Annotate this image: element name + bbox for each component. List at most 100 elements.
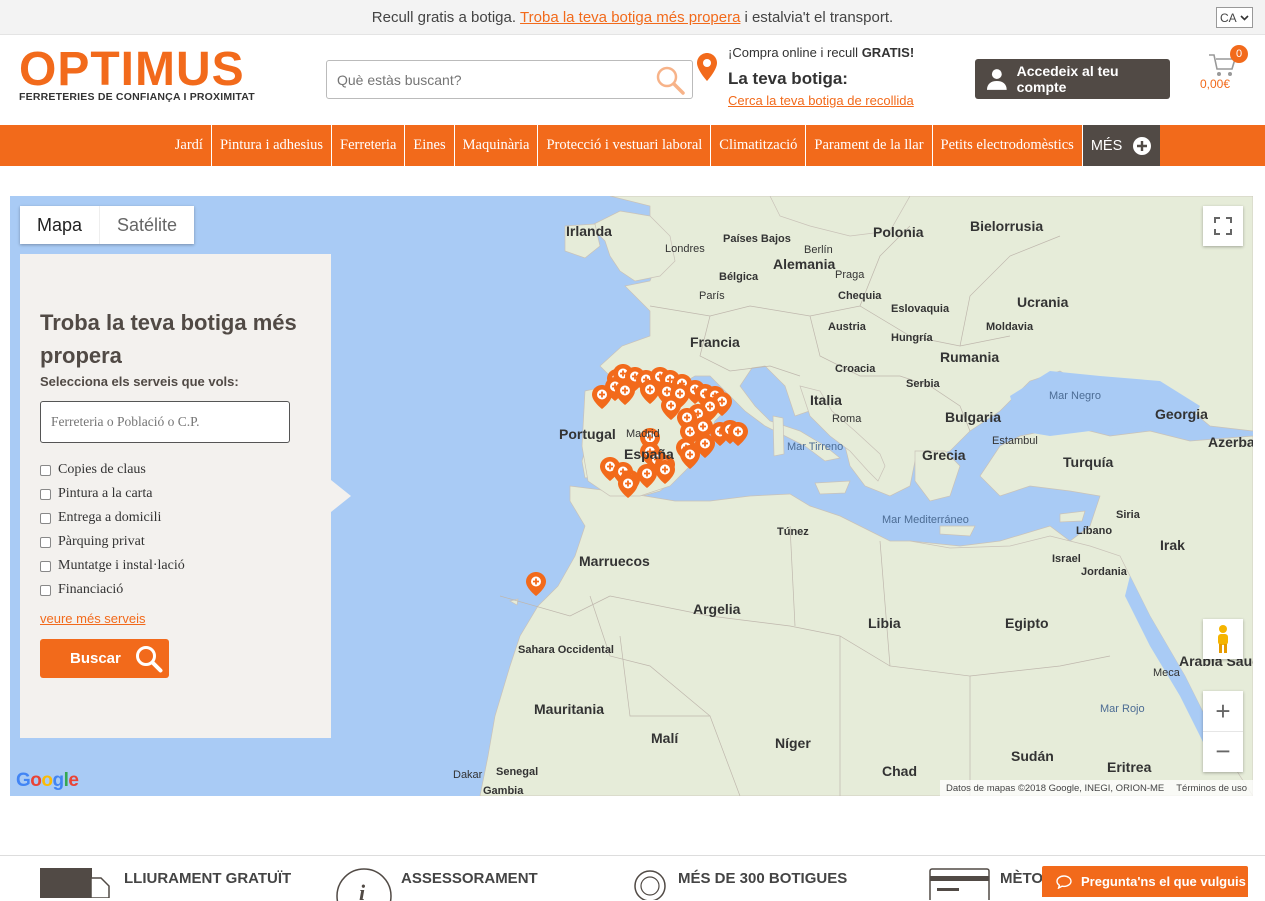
map-label: Hungría <box>891 332 933 344</box>
chat-button[interactable]: Pregunta'ns el que vulguis <box>1042 866 1248 897</box>
map-label: Londres <box>665 243 705 255</box>
checkbox[interactable] <box>40 488 51 500</box>
cart[interactable]: 0 0,00€ <box>1198 45 1253 95</box>
cart-count-badge: 0 <box>1230 45 1248 63</box>
search-stores-button[interactable]: Buscar <box>40 639 169 678</box>
map-type-toggle: Mapa Satélite <box>20 206 195 244</box>
map-label: Mauritania <box>534 701 604 717</box>
search-box <box>326 60 693 99</box>
service-checkbox[interactable]: Pàrquing privat <box>40 530 185 554</box>
map-type-satellite-button[interactable]: Satélite <box>99 206 194 244</box>
map-label: Turquía <box>1063 454 1114 470</box>
map-label: Serbia <box>906 378 941 390</box>
map-label: Senegal <box>496 766 538 778</box>
checkbox[interactable] <box>40 560 51 572</box>
zoom-in-button[interactable]: + <box>1203 691 1243 731</box>
map-label: Portugal <box>559 426 616 442</box>
map-label: Ucrania <box>1017 294 1069 310</box>
google-logo[interactable]: Google <box>16 770 79 792</box>
map-label: Chequia <box>838 290 882 302</box>
map-label: Gambia <box>483 785 524 796</box>
map-label: Chad <box>882 763 917 779</box>
map-label: Malí <box>651 730 679 746</box>
account-button[interactable]: Accedeix al teu compte <box>975 59 1170 99</box>
nav-item-maquinaria[interactable]: Maquinària <box>455 125 539 166</box>
map-attribution: Datos de mapas ©2018 Google, INEGI, ORIO… <box>940 780 1253 796</box>
checkbox[interactable] <box>40 536 51 548</box>
location-input[interactable] <box>40 401 290 443</box>
find-pickup-store-link[interactable]: Cerca la teva botiga de recollida <box>728 93 914 108</box>
zoom-out-button[interactable]: − <box>1203 731 1243 771</box>
logo-wordmark: OPTIMUS <box>19 43 245 96</box>
nav-item-parament[interactable]: Parament de la llar <box>806 125 933 166</box>
nav-item-electrodomestics[interactable]: Petits electrodomèstics <box>933 125 1083 166</box>
more-services-link[interactable]: veure més serveis <box>40 611 145 626</box>
nav-item-ferreteria[interactable]: Ferreteria <box>332 125 406 166</box>
map-label: Alemania <box>773 256 835 272</box>
store-selector: ¡Compra online i recull GRATIS! La teva … <box>697 43 957 115</box>
map-label: Azerbaiyá <box>1208 434 1253 450</box>
nav-item-jardi[interactable]: Jardí <box>167 125 212 166</box>
map-label: Roma <box>832 413 862 425</box>
checkbox[interactable] <box>40 584 51 596</box>
map-label: Marruecos <box>579 553 650 569</box>
map-label: Mar Tirreno <box>787 441 843 453</box>
nav-item-climatitzacio[interactable]: Climatització <box>711 125 807 166</box>
pegman-icon <box>1218 625 1228 653</box>
store-title: La teva botiga: <box>728 69 848 88</box>
fullscreen-button[interactable] <box>1203 206 1243 246</box>
chat-bubble-icon <box>1056 874 1072 889</box>
finder-title: Troba la teva botiga més propera <box>40 310 297 368</box>
service-checkbox[interactable]: Pintura a la carta <box>40 482 185 506</box>
map-label: Moldavia <box>986 321 1034 333</box>
map-label: Berlín <box>804 244 833 256</box>
language-select[interactable]: CA <box>1216 7 1253 28</box>
map-label: Sudán <box>1011 748 1054 764</box>
nav-item-pintura[interactable]: Pintura i adhesius <box>212 125 333 166</box>
logo-tagline: FERRETERIES DE CONFIANÇA I PROXIMITAT <box>19 91 255 103</box>
map-pin-icon <box>697 53 717 81</box>
store-pin-marker[interactable] <box>526 572 546 596</box>
map-label: Meca <box>1153 667 1181 679</box>
zoom-control: + − <box>1203 691 1243 772</box>
nav-item-proteccio[interactable]: Protecció i vestuari laboral <box>538 125 712 166</box>
service-checkbox[interactable]: Entrega a domicili <box>40 506 185 530</box>
map-label: Irak <box>1160 537 1185 553</box>
chat-label: Pregunta'ns el que vulguis <box>1081 874 1246 889</box>
checkbox[interactable] <box>40 464 51 476</box>
map-label: Madrid <box>626 428 660 440</box>
svg-text:i: i <box>359 880 366 901</box>
map-label: Egipto <box>1005 615 1049 631</box>
map-label: Francia <box>690 334 740 350</box>
search-input[interactable] <box>327 61 637 98</box>
more-label: MÉS <box>1090 137 1123 154</box>
nav-item-more[interactable]: MÉS <box>1082 125 1161 166</box>
map-label: Libia <box>868 615 901 631</box>
map-label: Georgia <box>1155 406 1208 422</box>
service-checkbox[interactable]: Copies de claus <box>40 458 185 482</box>
search-icon[interactable] <box>654 64 686 96</box>
map-label: Eritrea <box>1107 759 1152 775</box>
user-icon <box>986 69 1007 90</box>
map-label: Italia <box>810 392 842 408</box>
map-label: Sahara Occidental <box>518 644 614 656</box>
fullscreen-icon <box>1214 217 1232 235</box>
plus-circle-icon <box>1133 136 1152 155</box>
store-finder-panel: Troba la teva botiga més propera Selecci… <box>20 254 331 738</box>
checkbox[interactable] <box>40 512 51 524</box>
service-checkbox[interactable]: Financiació <box>40 578 185 602</box>
optimus-logo[interactable]: OPTIMUS FERRETERIES DE CONFIANÇA I PROXI… <box>19 43 264 108</box>
panel-pointer <box>331 480 351 512</box>
announcement-text: Recull gratis a botiga. <box>371 8 517 26</box>
map-label: Estambul <box>992 435 1038 447</box>
info-icon: i <box>336 868 392 901</box>
nav-item-eines[interactable]: Eines <box>405 125 455 166</box>
map-label: Rumania <box>940 349 999 365</box>
map-type-map-button[interactable]: Mapa <box>20 206 99 244</box>
terms-link[interactable]: Términos de uso <box>1176 783 1247 794</box>
find-store-link[interactable]: Troba la teva botiga més propera <box>520 9 740 26</box>
street-view-pegman[interactable] <box>1203 619 1243 659</box>
map-label: Túnez <box>777 526 809 538</box>
map-label: España <box>624 446 674 462</box>
service-checkbox[interactable]: Muntatge i instal·lació <box>40 554 185 578</box>
